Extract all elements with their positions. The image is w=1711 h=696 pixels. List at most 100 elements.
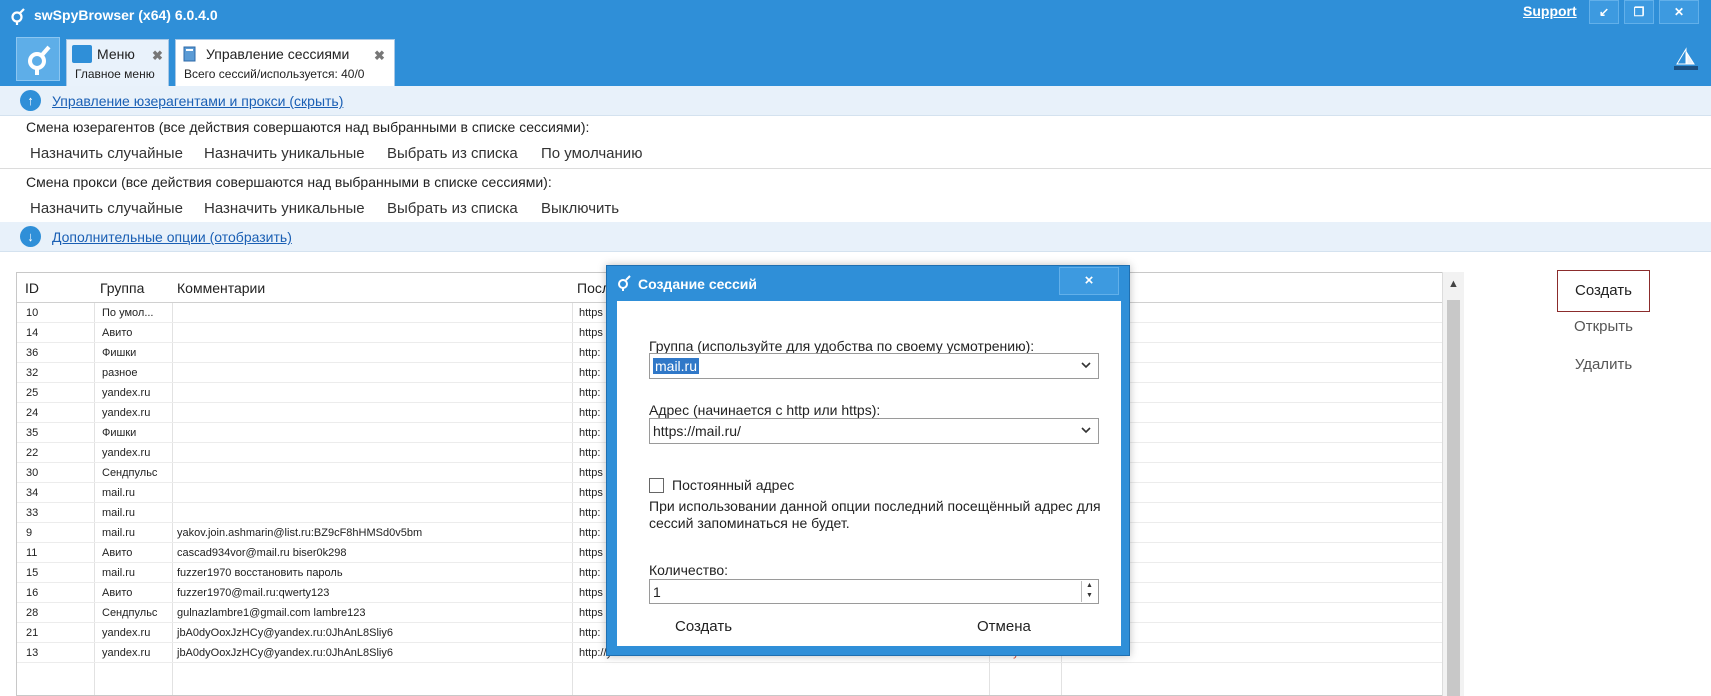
proxy-disable-button[interactable]: Выключить [541, 200, 619, 217]
ua-default-button[interactable]: По умолчанию [541, 145, 642, 162]
row-id: 10 [26, 307, 39, 319]
divider [0, 168, 1711, 169]
tab-subtitle: Всего сессий/используется: 40/0 [184, 67, 365, 81]
proxy-caption: Смена прокси (все действия совершаются н… [26, 174, 552, 190]
row-group: По умол... [102, 307, 154, 319]
row-id: 13 [26, 647, 39, 659]
chevron-down-icon[interactable] [1081, 360, 1091, 370]
collapse-arrow-icon[interactable]: ↑ [20, 90, 41, 111]
ua-assign-unique-button[interactable]: Назначить уникальные [204, 145, 365, 162]
row-id: 16 [26, 587, 39, 599]
close-tab-icon[interactable]: ✖ [374, 48, 385, 64]
hint-text-line2: сессий запоминаться не будет. [649, 515, 850, 531]
tab-title: Меню [97, 46, 135, 62]
extra-options-toggle-link[interactable]: Дополнительные опции (отобразить) [52, 229, 292, 245]
row-id: 15 [26, 567, 39, 579]
row-group: Авито [102, 547, 133, 559]
create-session-button[interactable]: Создать [1557, 270, 1650, 312]
dialog-create-button[interactable]: Создать [675, 618, 732, 635]
chevron-down-icon[interactable] [1081, 425, 1091, 435]
row-group: yandex.ru [102, 387, 151, 399]
column-header-group[interactable]: Группа [100, 280, 144, 296]
proxy-choose-from-list-button[interactable]: Выбрать из списка [387, 200, 518, 217]
main-logo-button[interactable] [16, 37, 60, 81]
tab-menu[interactable]: Меню ✖ Главное меню [66, 39, 169, 86]
ua-proxy-toggle-link[interactable]: Управление юзерагентами и прокси (скрыть… [52, 93, 343, 109]
stepper-arrows: ▲ ▼ [1081, 581, 1097, 602]
proxy-assign-random-button[interactable]: Назначить случайные [30, 200, 183, 217]
support-link[interactable]: Support [1523, 3, 1577, 19]
permanent-address-label[interactable]: Постоянный адрес [672, 477, 794, 493]
dialog-cancel-button[interactable]: Отмена [977, 618, 1031, 635]
create-sessions-dialog: Создание сессий × Группа (используйте дл… [606, 265, 1130, 656]
column-header-comments[interactable]: Комментарии [177, 280, 265, 296]
delete-session-button[interactable]: Удалить [1557, 356, 1650, 378]
row-id: 14 [26, 327, 39, 339]
row-last-url: https [579, 547, 603, 559]
row-comment: jbA0dyOoxJzHCy@yandex.ru:0JhAnL8Sliy6 [177, 627, 393, 639]
row-id: 22 [26, 447, 39, 459]
group-combobox[interactable]: mail.ru [649, 353, 1099, 379]
tab-strip: Меню ✖ Главное меню Управление сессиями … [0, 32, 1711, 86]
app-logo-icon [618, 275, 631, 291]
table-scrollbar[interactable]: ▲ [1442, 272, 1464, 696]
row-id: 11 [26, 547, 38, 559]
scroll-thumb[interactable] [1447, 300, 1460, 696]
restore-down-icon[interactable]: ↙ [1589, 0, 1619, 24]
row-last-url: http: [579, 427, 601, 439]
row-comment: gulnazlambre1@gmail.com lambre123 [177, 607, 366, 619]
row-last-url: https [579, 467, 603, 479]
row-comment: fuzzer1970@mail.ru:qwerty123 [177, 587, 330, 599]
row-id: 24 [26, 407, 39, 419]
window-title: swSpyBrowser (x64) 6.0.4.0 [34, 7, 218, 23]
row-last-url: https [579, 587, 603, 599]
ship-icon[interactable] [1672, 46, 1700, 74]
app-logo-icon [28, 45, 51, 75]
row-last-url: https [579, 607, 603, 619]
row-last-url: http: [579, 347, 601, 359]
tab-session-management[interactable]: Управление сессиями ✖ Всего сессий/испол… [175, 39, 395, 86]
maximize-icon[interactable]: ❐ [1624, 0, 1654, 24]
row-comment: fuzzer1970 восстановить пароль [177, 567, 343, 579]
column-header-id[interactable]: ID [25, 280, 39, 296]
title-bar: swSpyBrowser (x64) 6.0.4.0 Support ↙ ❐ ✕ [0, 0, 1711, 32]
app-logo-icon [11, 8, 25, 25]
row-id: 25 [26, 387, 39, 399]
expand-arrow-icon[interactable]: ↓ [20, 226, 41, 247]
stepper-up-icon[interactable]: ▲ [1082, 581, 1097, 591]
row-group: разное [102, 367, 138, 379]
row-last-url: http: [579, 567, 601, 579]
row-group: Фишки [102, 347, 137, 359]
row-id: 36 [26, 347, 39, 359]
close-tab-icon[interactable]: ✖ [152, 48, 163, 64]
permanent-address-checkbox[interactable] [649, 478, 664, 493]
dialog-close-icon[interactable]: × [1059, 267, 1119, 295]
ua-assign-random-button[interactable]: Назначить случайные [30, 145, 183, 162]
row-comment: yakov.join.ashmarin@list.ru:BZ9cF8hHMSd0… [177, 527, 423, 539]
ua-proxy-section-header: ↑ Управление юзерагентами и прокси (скры… [0, 86, 1711, 116]
group-value: mail.ru [653, 358, 700, 374]
row-id: 30 [26, 467, 39, 479]
row-last-url: http: [579, 367, 601, 379]
scroll-up-icon[interactable]: ▲ [1448, 278, 1459, 290]
row-group: yandex.ru [102, 647, 151, 659]
proxy-assign-unique-button[interactable]: Назначить уникальные [204, 200, 365, 217]
row-group: yandex.ru [102, 447, 151, 459]
row-id: 33 [26, 507, 39, 519]
row-group: Сендпульс [102, 607, 158, 619]
row-last-url: http: [579, 527, 601, 539]
row-group: Фишки [102, 427, 137, 439]
address-value: https://mail.ru/ [653, 423, 741, 439]
row-group: mail.ru [102, 487, 136, 499]
ua-choose-from-list-button[interactable]: Выбрать из списка [387, 145, 518, 162]
stepper-down-icon[interactable]: ▼ [1082, 591, 1097, 601]
address-combobox[interactable]: https://mail.ru/ [649, 418, 1099, 444]
row-last-url: https [579, 327, 603, 339]
row-id: 35 [26, 427, 39, 439]
row-id: 32 [26, 367, 39, 379]
open-session-button[interactable]: Открыть [1557, 318, 1650, 340]
count-stepper[interactable]: 1 ▲ ▼ [649, 579, 1099, 604]
close-window-icon[interactable]: ✕ [1659, 0, 1699, 24]
tab-subtitle: Главное меню [75, 67, 155, 81]
row-last-url: http: [579, 407, 601, 419]
